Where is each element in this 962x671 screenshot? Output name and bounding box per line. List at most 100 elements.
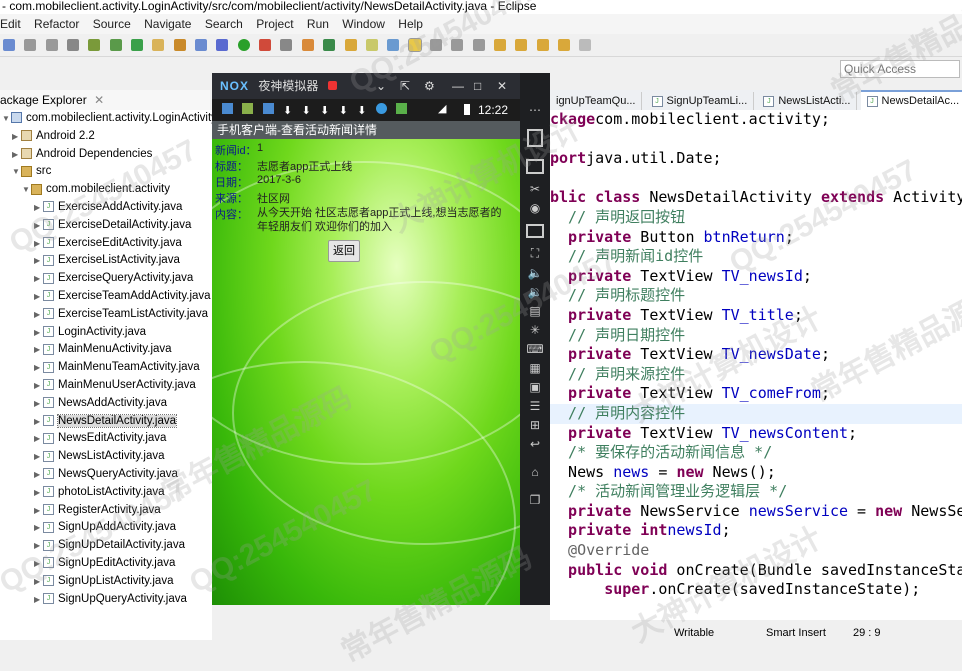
record-icon[interactable] [327,81,337,90]
sidebar-files-icon[interactable] [526,224,544,238]
close-icon[interactable]: ✕ [497,73,507,99]
back-button[interactable]: 返回 [328,240,360,262]
close-icon[interactable]: ✕ [94,93,104,107]
back-icon[interactable] [536,39,549,51]
collapse-arrow-icon[interactable]: ▶ [34,199,43,217]
mark-occurrences-icon[interactable] [407,38,422,52]
code-line[interactable]: private intnewsId; [550,521,962,541]
code-line[interactable]: public void onCreate(Bundle savedInstanc… [550,561,962,581]
sidebar-fullscreen-icon[interactable]: ⛶ [520,246,550,261]
code-line[interactable]: portjava.util.Date; [550,149,962,169]
debug-icon[interactable] [216,39,229,51]
new-package-icon[interactable] [173,39,186,51]
tree-file-item[interactable]: ▶ J SignUpDetailActivity.java [0,537,212,555]
menu-window[interactable]: Window [342,14,385,34]
code-line[interactable]: // 声明标题控件 [550,286,962,306]
tree-node-src[interactable]: ▼ src [0,163,212,181]
tab-signup-team-list[interactable]: J SignUpTeamLi... [646,92,755,110]
sidebar-menu-icon[interactable]: ☰ [520,399,550,413]
code-line[interactable]: super.onCreate(savedInstanceState); [550,580,962,600]
new-icon[interactable] [3,39,15,51]
code-line[interactable]: News news = new News(); [550,463,962,483]
sidebar-volume-down-icon[interactable]: 🔉 [520,285,550,299]
sidebar-location-icon[interactable]: ◉ [520,201,550,215]
tree-file-item[interactable]: ▶ J NewsEditActivity.java [0,430,212,448]
collapse-arrow-icon[interactable]: ▶ [34,502,43,520]
sidebar-macro-icon[interactable]: ⌨ [520,342,550,356]
menu-refactor[interactable]: Refactor [34,14,79,34]
tree-file-item[interactable]: ▶ J NewsListActivity.java [0,448,212,466]
collapse-arrow-icon[interactable]: ▶ [34,217,43,235]
android-sdk-icon[interactable] [88,39,101,51]
collapse-arrow-icon[interactable]: ▶ [12,128,21,146]
emulator-titlebar[interactable]: NOX 夜神模拟器 ⌄ ⇱ ⚙ — □ ✕ [212,73,520,99]
code-line[interactable]: // 声明日期控件 [550,326,962,346]
tree-file-item[interactable]: ▶ J SignUpQueryActivity.java [0,591,212,609]
search-icon[interactable] [323,39,336,51]
collapse-arrow-icon[interactable]: ▶ [34,377,43,395]
code-line[interactable]: private TextView TV_newsId; [550,267,962,287]
tree-node-package[interactable]: ▼ com.mobileclient.activity [0,181,212,199]
gear-icon[interactable]: ⚙ [424,73,435,99]
expand-arrow-icon[interactable]: ▼ [2,110,11,128]
expand-arrow-icon[interactable]: ▼ [12,163,21,181]
sidebar-scissors-icon[interactable]: ✂ [520,182,550,196]
print-icon[interactable] [67,39,80,51]
collapse-arrow-icon[interactable]: ▶ [34,484,43,502]
checkbox-icon[interactable] [131,39,144,51]
code-line[interactable]: @Override [550,541,962,561]
quick-access-input[interactable] [840,60,960,78]
collapse-arrow-icon[interactable]: ▶ [34,448,43,466]
code-editor[interactable]: ckagecom.mobileclient.activity; portjava… [550,110,962,620]
whitespace-icon[interactable] [429,39,442,51]
code-line[interactable]: private TextView TV_title; [550,306,962,326]
sidebar-recent-icon[interactable]: ❐ [520,493,550,507]
tree-file-item[interactable]: ▶ J NewsQueryActivity.java [0,466,212,484]
collapse-arrow-icon[interactable]: ▶ [34,270,43,288]
tree-file-item[interactable]: ▶ J ExerciseEditActivity.java [0,235,212,253]
sidebar-apk-icon[interactable]: ▤ [520,304,550,318]
code-line[interactable]: /* 要保存的活动新闻信息 */ [550,443,962,463]
sidebar-home-icon[interactable]: ⌂ [520,465,550,479]
sidebar-keyboard-icon[interactable]: ⊞ [520,418,550,432]
tree-file-item[interactable]: ▶ J ExerciseQueryActivity.java [0,270,212,288]
collapse-arrow-icon[interactable]: ▶ [34,359,43,377]
tree-file-item[interactable]: ▶ J ExerciseDetailActivity.java [0,217,212,235]
collapse-arrow-icon[interactable]: ▶ [34,341,43,359]
collapse-arrow-icon[interactable]: ▶ [34,395,43,413]
forward-icon[interactable] [557,39,570,51]
run-icon[interactable] [237,39,250,51]
collapse-arrow-icon[interactable]: ▶ [34,537,43,555]
menu-search[interactable]: Search [205,14,243,34]
code-line[interactable]: /* 活动新闻管理业务逻辑层 */ [550,482,962,502]
avd-manager-icon[interactable] [109,39,122,51]
sidebar-shake-icon[interactable] [527,129,543,147]
collapse-arrow-icon[interactable]: ▶ [34,252,43,270]
tab-news-detail[interactable]: J NewsDetailAc... [860,90,962,110]
sidebar-loading-icon[interactable]: ✳ [520,323,550,337]
package-explorer-tab[interactable]: ackage Explorer ✕ [0,90,210,111]
collapse-arrow-icon[interactable]: ▶ [34,573,43,591]
annotation-icon[interactable] [387,39,400,51]
sidebar-multi-icon[interactable]: ▦ [520,361,550,375]
collapse-arrow-icon[interactable]: ▶ [34,519,43,537]
code-line[interactable]: // 声明返回按钮 [550,208,962,228]
code-line[interactable] [550,169,962,189]
tree-file-item[interactable]: ▶ JphotoListActivity.java [0,484,212,502]
tree-file-item[interactable]: ▶ J ExerciseAddActivity.java [0,199,212,217]
open-type-icon[interactable] [152,39,165,51]
sidebar-camera-icon[interactable]: ▣ [520,380,550,394]
tree-node-android-dependencies[interactable]: ▶ Android Dependencies [0,146,212,164]
edit-icon[interactable] [280,39,293,51]
sidebar-volume-up-icon[interactable]: 🔈 [520,266,550,280]
save-all-icon[interactable] [45,39,58,51]
code-line[interactable]: private Button btnReturn; [550,228,962,248]
pin-icon[interactable] [579,39,592,51]
tree-file-item[interactable]: ▶ J NewsAddActivity.java [0,395,212,413]
code-line[interactable]: // 声明来源控件 [550,365,962,385]
code-line[interactable]: private TextView TV_comeFrom; [550,384,962,404]
code-line[interactable]: private TextView TV_newsContent; [550,424,962,444]
minimize-icon[interactable]: — [452,73,464,99]
expand-arrow-icon[interactable]: ▼ [22,181,31,199]
collapse-arrow-icon[interactable]: ▶ [34,466,43,484]
